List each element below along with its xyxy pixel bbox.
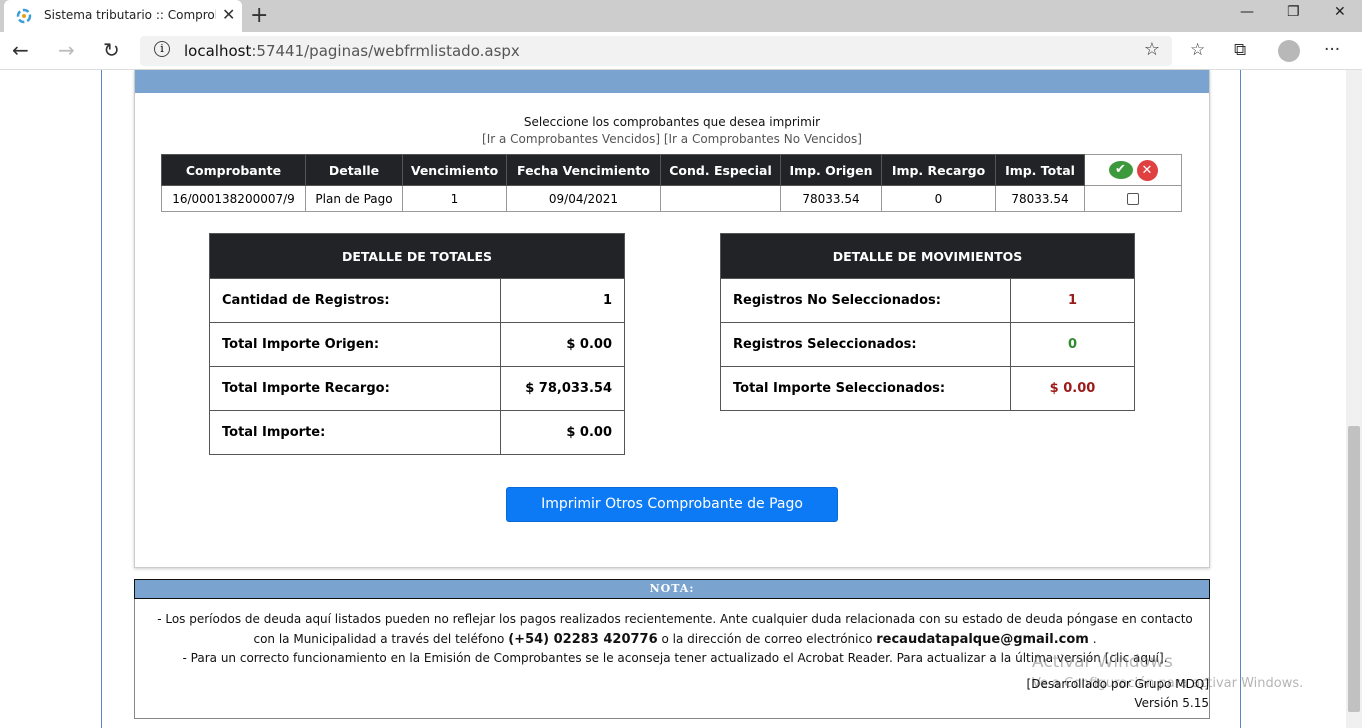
cell-comprobante: 16/000138200007/9 [161, 185, 306, 212]
totales-table: DETALLE DE TOTALES Cantidad de Registros… [209, 233, 625, 455]
deselect-all-x-icon[interactable]: ✕ [1136, 159, 1158, 181]
site-info-icon[interactable]: i [154, 41, 170, 57]
favorites-icon[interactable]: ☆ [1190, 40, 1205, 60]
cell-fecha-vencimiento: 09/04/2021 [506, 185, 661, 212]
totales-label: Total Importe Recargo: [209, 366, 501, 411]
totales-row: Total Importe Origen: $ 0.00 [209, 322, 625, 367]
scrollbar-thumb[interactable] [1348, 426, 1360, 712]
col-cond-especial: Cond. Especial [660, 154, 781, 186]
col-comprobante: Comprobante [161, 154, 306, 186]
favorite-star-icon[interactable]: ☆ [1144, 39, 1160, 60]
site-favicon-icon [16, 8, 32, 24]
totales-label: Cantidad de Registros: [209, 278, 501, 323]
collections-icon[interactable]: ⧉ [1234, 40, 1246, 60]
col-imp-origen: Imp. Origen [780, 154, 882, 186]
cell-detalle: Plan de Pago [305, 185, 403, 212]
url-field[interactable]: i localhost:57441/paginas/webfrmlistado.… [140, 36, 1172, 66]
windows-watermark-title: Activar Windows [1032, 652, 1173, 672]
browser-tab[interactable]: Sistema tributario :: Comprobant ✕ [4, 0, 242, 32]
back-icon[interactable]: ← [12, 38, 29, 62]
page-content: Seleccione los comprobantes que desea im… [0, 70, 1362, 728]
totales-label: Total Importe Origen: [209, 322, 501, 367]
navigation-links[interactable]: [Ir a Comprobantes Vencidos] [Ir a Compr… [135, 132, 1209, 146]
col-fecha-vencimiento: Fecha Vencimiento [506, 154, 661, 186]
url-text: localhost:57441/paginas/webfrmlistado.as… [184, 42, 520, 60]
movimientos-value: 1 [1010, 278, 1135, 323]
select-all-check-icon[interactable]: ✔ [1108, 161, 1133, 179]
movimientos-value: 0 [1010, 322, 1135, 367]
col-select-actions: ✔ ✕ [1084, 154, 1182, 186]
profile-avatar-icon[interactable] [1278, 40, 1300, 62]
totales-value: $ 78,033.54 [500, 366, 625, 411]
comprobantes-table: Comprobante Detalle Vencimiento Fecha Ve… [161, 154, 1182, 212]
cell-vencimiento: 1 [402, 185, 507, 212]
totales-row: Cantidad de Registros: 1 [209, 278, 625, 323]
totales-row: Total Importe Recargo: $ 78,033.54 [209, 366, 625, 411]
tab-title: Sistema tributario :: Comprobant [44, 8, 216, 22]
movimientos-title: DETALLE DE MOVIMIENTOS [720, 233, 1135, 279]
movimientos-row: Registros No Seleccionados: 1 [720, 278, 1135, 323]
movimientos-row: Registros Seleccionados: 0 [720, 322, 1135, 367]
refresh-icon[interactable]: ↻ [103, 38, 120, 62]
totales-row: Total Importe: $ 0.00 [209, 410, 625, 455]
tab-bar: Sistema tributario :: Comprobant ✕ + — ❐… [0, 0, 1362, 32]
totales-title: DETALLE DE TOTALES [209, 233, 625, 279]
developer-credit: [Desarrollado por Grupo MDQ] [1026, 677, 1209, 691]
movimientos-value: $ 0.00 [1010, 366, 1135, 411]
more-options-icon[interactable]: ··· [1324, 40, 1340, 60]
nota-line1c: . [1092, 631, 1097, 646]
table-header-row: Comprobante Detalle Vencimiento Fecha Ve… [161, 154, 1182, 186]
minimize-icon[interactable]: — [1240, 4, 1254, 20]
close-tab-icon[interactable]: ✕ [222, 5, 235, 24]
restore-icon[interactable]: ❐ [1287, 4, 1300, 20]
print-other-button[interactable]: Imprimir Otros Comprobante de Pago [506, 487, 838, 522]
totales-value: 1 [500, 278, 625, 323]
nota-email: recaudatapalque@gmail.com [876, 631, 1089, 647]
nota-header: NOTA: [134, 579, 1210, 599]
address-bar-row: ← → ↻ i localhost:57441/paginas/webfrmli… [0, 32, 1362, 70]
nota-phone: (+54) 02283 420776 [508, 631, 658, 647]
col-detalle: Detalle [305, 154, 403, 186]
version-label: Versión 5.15 [1134, 696, 1209, 710]
totales-value: $ 0.00 [500, 322, 625, 367]
table-row: 16/000138200007/9 Plan de Pago 1 09/04/2… [161, 185, 1182, 212]
cell-select [1084, 185, 1182, 212]
movimientos-label: Registros Seleccionados: [720, 322, 1011, 367]
nota-line1b: o la dirección de correo electrónico [661, 631, 873, 646]
nota-line2[interactable]: - Para un correcto funcionamiento en la … [183, 651, 1168, 665]
forward-icon[interactable]: → [58, 38, 75, 62]
col-vencimiento: Vencimiento [402, 154, 507, 186]
movimientos-row: Total Importe Seleccionados: $ 0.00 [720, 366, 1135, 411]
col-imp-total: Imp. Total [995, 154, 1085, 186]
cell-imp-origen: 78033.54 [780, 185, 882, 212]
totales-value: $ 0.00 [500, 410, 625, 455]
cell-cond-especial [660, 185, 781, 212]
movimientos-table: DETALLE DE MOVIMIENTOS Registros No Sele… [720, 233, 1135, 411]
new-tab-icon[interactable]: + [250, 3, 268, 28]
movimientos-label: Registros No Seleccionados: [720, 278, 1011, 323]
cell-imp-total: 78033.54 [995, 185, 1085, 212]
movimientos-label: Total Importe Seleccionados: [720, 366, 1011, 411]
col-imp-recargo: Imp. Recargo [881, 154, 996, 186]
panel-header [135, 70, 1209, 93]
totales-label: Total Importe: [209, 410, 501, 455]
row-select-checkbox[interactable] [1127, 193, 1139, 205]
select-instructions: Seleccione los comprobantes que desea im… [523, 115, 821, 129]
window-close-icon[interactable]: ✕ [1334, 4, 1346, 20]
cell-imp-recargo: 0 [881, 185, 996, 212]
